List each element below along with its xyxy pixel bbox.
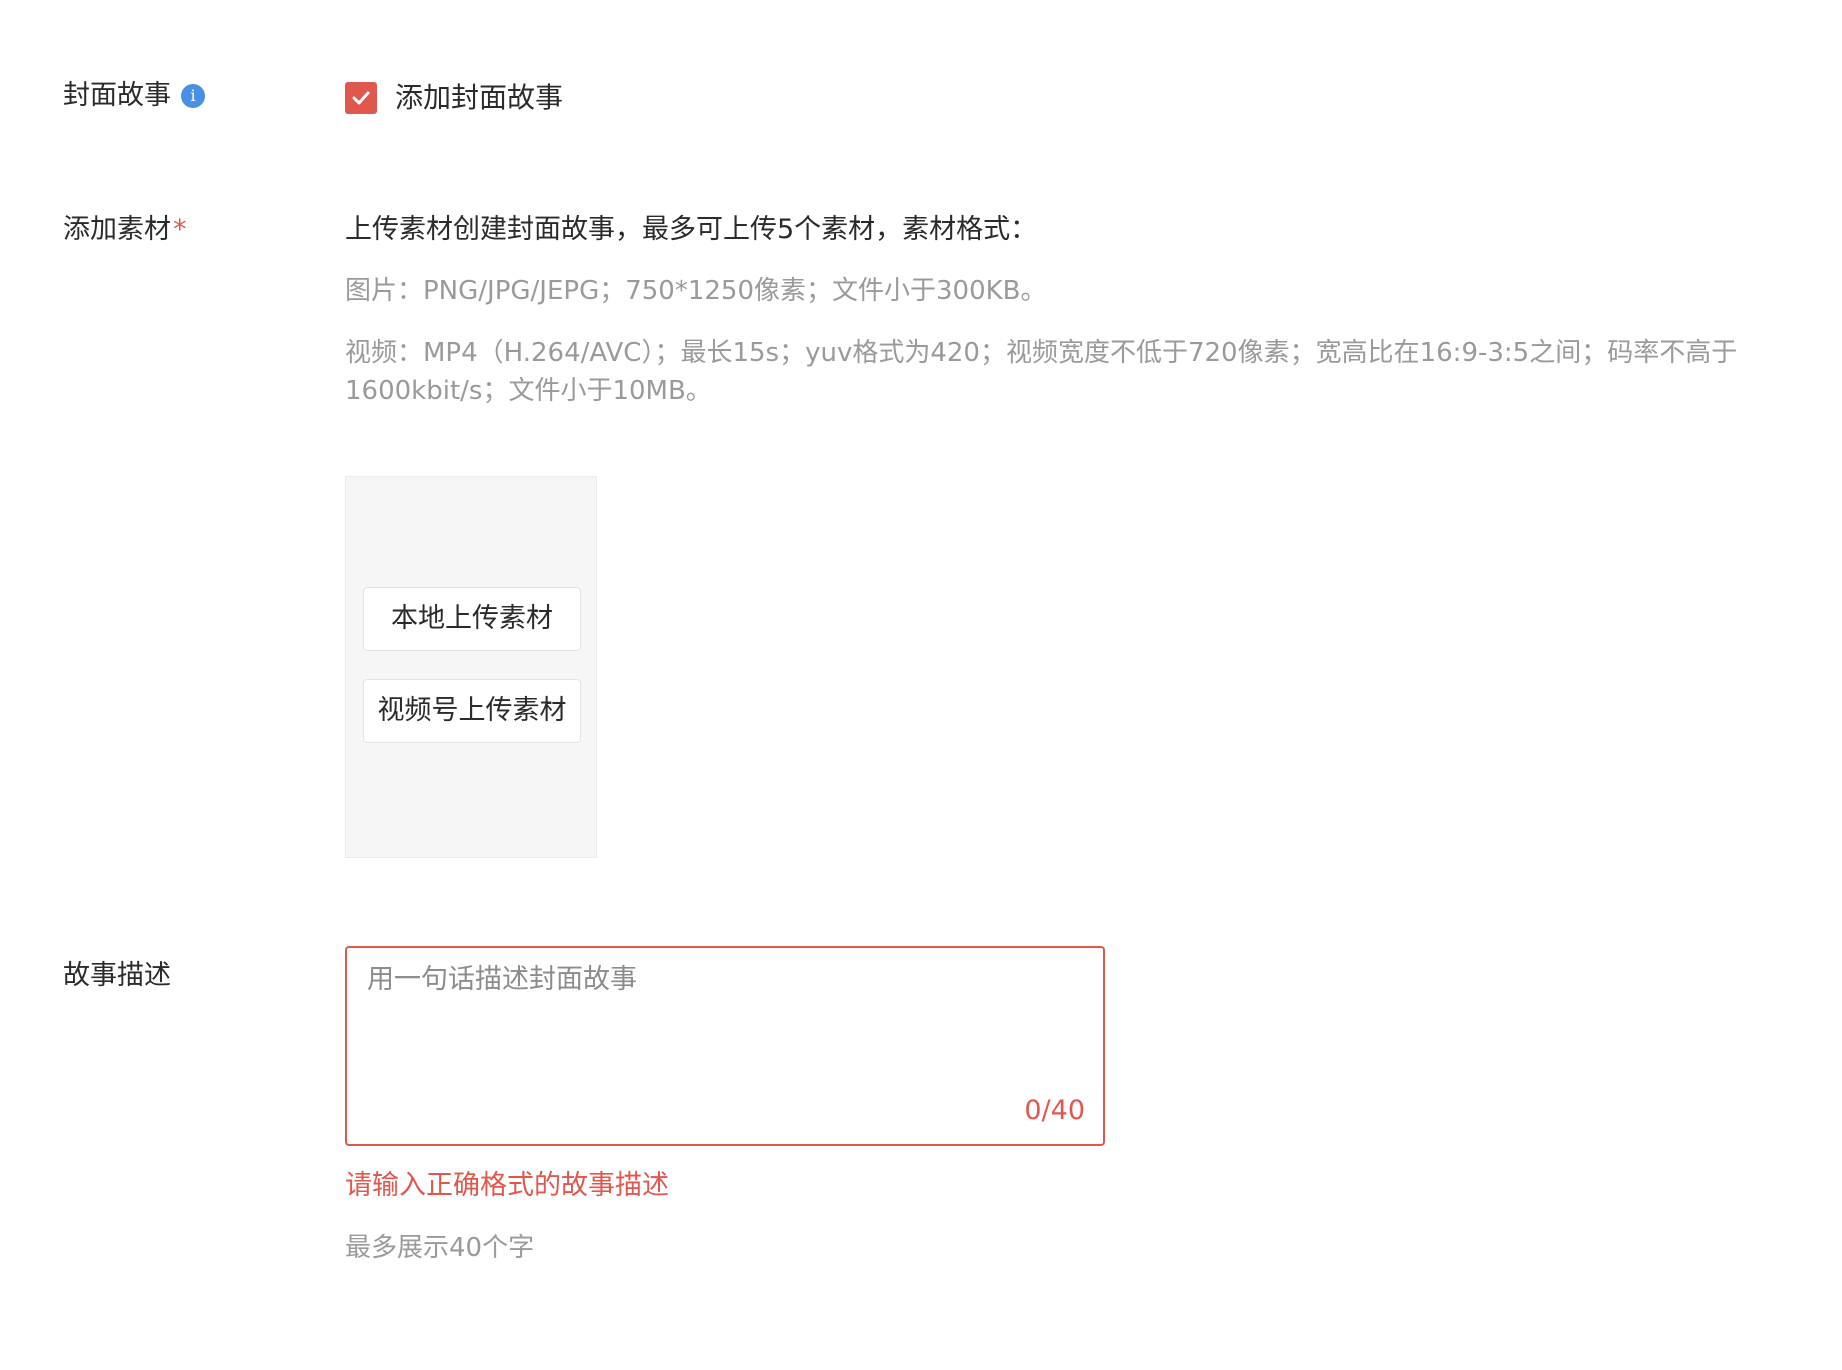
character-counter: 0/40 bbox=[1024, 1095, 1085, 1126]
required-mark: * bbox=[173, 214, 187, 245]
add-material-label-text: 添加素材 bbox=[63, 214, 171, 245]
add-cover-story-checkbox-label[interactable]: 添加封面故事 bbox=[395, 78, 563, 118]
cover-story-label: 封面故事 i bbox=[63, 78, 205, 114]
upload-local-button[interactable]: 本地上传素材 bbox=[363, 587, 581, 651]
info-icon[interactable]: i bbox=[181, 84, 205, 108]
story-description-input[interactable] bbox=[367, 962, 1077, 1082]
video-spec: 视频：MP4（H.264/AVC）；最长15s；yuv格式为420；视频宽度不低… bbox=[345, 338, 1738, 406]
image-spec: 图片：PNG/JPG/JEPG；750*1250像素；文件小于300KB。 bbox=[345, 276, 1047, 306]
upload-card: 本地上传素材 视频号上传素材 bbox=[345, 476, 597, 858]
add-material-label: 添加素材* bbox=[63, 212, 187, 248]
add-cover-story-checkbox[interactable] bbox=[345, 82, 377, 114]
cover-story-label-text: 封面故事 bbox=[63, 80, 171, 111]
hint-text: 最多展示40个字 bbox=[345, 1233, 535, 1263]
story-description-box[interactable]: 0/40 bbox=[345, 946, 1105, 1146]
error-message: 请输入正确格式的故事描述 bbox=[345, 1170, 669, 1201]
material-description: 上传素材创建封面故事，最多可上传5个素材，素材格式： bbox=[345, 214, 1038, 245]
checkmark-icon bbox=[352, 91, 370, 105]
story-description-label: 故事描述 bbox=[63, 960, 171, 991]
upload-channel-button[interactable]: 视频号上传素材 bbox=[363, 679, 581, 743]
